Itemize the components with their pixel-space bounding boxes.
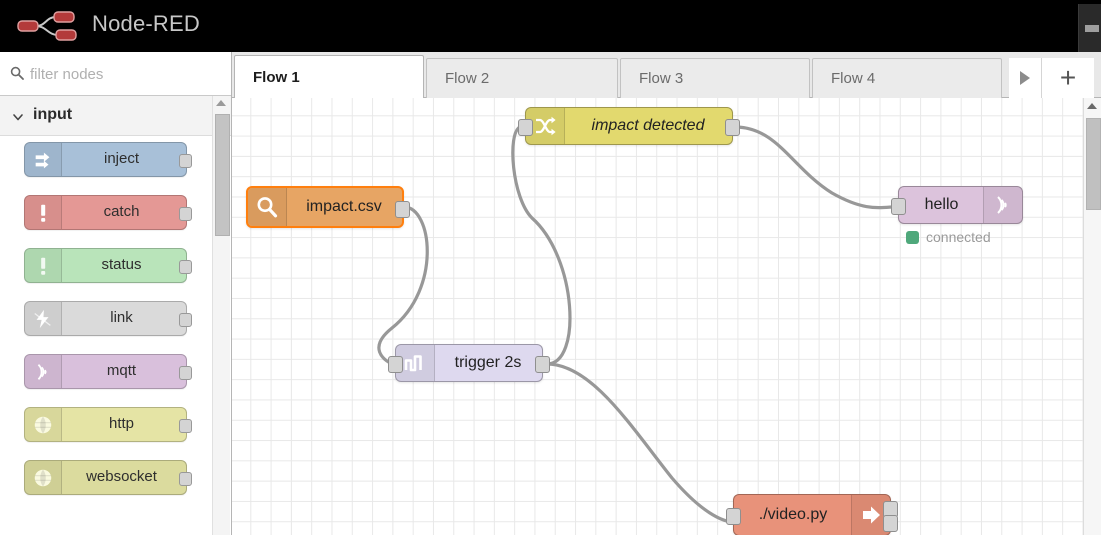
palette-node-output-port[interactable] (179, 313, 192, 327)
flow-node-impact-detected[interactable]: impact detected (518, 107, 740, 145)
palette-search-bar (0, 52, 231, 96)
flow-tab-flow-4[interactable]: Flow 4 (812, 58, 1002, 98)
palette-node-label: link (110, 309, 133, 326)
palette-node-output-port[interactable] (179, 154, 192, 168)
sidebar-toggle-glyph (1085, 25, 1099, 32)
palette-node-inject[interactable]: inject (24, 142, 192, 177)
wire-trigger-to-impact-detected (511, 125, 572, 366)
app-title: Node-RED (92, 11, 200, 36)
flow-node-hello[interactable]: hello (891, 186, 1023, 224)
flow-canvas[interactable]: impact.csv impact detected hello connected t… (232, 98, 1084, 535)
app-header: Node-RED (0, 0, 1101, 52)
palette-node-label: websocket (86, 468, 157, 485)
wire-impact-detected-to-hello (733, 125, 894, 210)
wire-trigger-to-video (545, 362, 734, 524)
canvas-scrollbar[interactable] (1083, 98, 1101, 535)
tab-scroll-right-button[interactable] (1009, 58, 1041, 98)
palette-scrollbar[interactable] (212, 96, 230, 535)
status-dot-icon (906, 230, 919, 244)
flow-node-input-port[interactable] (388, 356, 403, 373)
palette-node-label: catch (103, 203, 140, 220)
wire-impact-csv-to-trigger (377, 205, 429, 366)
flow-node-status: connected (906, 229, 991, 245)
sidebar-toggle-icon[interactable] (1078, 4, 1101, 52)
palette-node-websocket[interactable]: websocket (24, 460, 192, 495)
exclamation-icon (25, 196, 62, 229)
palette-node-mqtt[interactable]: mqtt (24, 354, 192, 389)
flow-node-label: trigger 2s (454, 354, 522, 371)
search-input[interactable] (30, 63, 215, 85)
wire-layer (377, 125, 894, 524)
flow-node-video-py[interactable]: ./video.py (726, 494, 898, 535)
chevron-right-icon (1020, 71, 1030, 85)
globe-icon (25, 408, 62, 441)
link-bolt-icon (25, 302, 62, 335)
flow-tab-flow-3[interactable]: Flow 3 (620, 58, 810, 98)
broadcast-wave-icon (983, 187, 1022, 223)
scroll-up-arrow-icon[interactable] (216, 100, 226, 106)
palette-node-label: http (108, 415, 135, 432)
flow-tab-bar: + Flow 1 Flow 2 Flow 3 Flow 4 (232, 52, 1101, 98)
broadcast-wave-icon (25, 355, 62, 388)
exclamation-icon (25, 249, 62, 282)
node-red-app: Node-RED input inject catch status link (0, 0, 1101, 535)
palette-node-output-port[interactable] (179, 472, 192, 486)
canvas-scrollbar-thumb[interactable] (1086, 118, 1101, 210)
inject-arrow-icon (25, 143, 62, 176)
palette-node-output-port[interactable] (179, 419, 192, 433)
node-red-logo-icon (16, 8, 86, 44)
palette-category-label: input (33, 106, 73, 123)
scroll-up-arrow-icon[interactable] (1087, 103, 1097, 109)
palette-node-status[interactable]: status (24, 248, 192, 283)
palette-sidebar: input inject catch status link mqtt http webso… (0, 52, 232, 535)
palette-node-catch[interactable]: catch (24, 195, 192, 230)
flow-node-input-port[interactable] (726, 508, 741, 525)
palette-node-list: inject catch status link mqtt http websocket (0, 136, 214, 535)
flow-node-output-port[interactable] (535, 356, 550, 373)
palette-node-http[interactable]: http (24, 407, 192, 442)
chevron-down-icon (12, 110, 24, 122)
flow-node-label: hello (924, 196, 959, 213)
palette-category-input[interactable]: input (0, 96, 231, 136)
palette-node-label: inject (103, 150, 140, 167)
palette-node-output-port[interactable] (179, 207, 192, 221)
flow-node-output-port[interactable] (725, 119, 740, 136)
palette-node-output-port[interactable] (179, 260, 192, 274)
globe-icon (25, 461, 62, 494)
flow-node-impact-csv[interactable]: impact.csv (246, 186, 410, 228)
flow-node-label: impact detected (591, 117, 705, 134)
flow-node-output-port[interactable] (395, 201, 410, 218)
palette-scrollbar-thumb[interactable] (215, 114, 230, 236)
flow-node-label: ./video.py (758, 506, 828, 523)
flow-node-label: impact.csv (306, 198, 382, 215)
flow-node-input-port[interactable] (518, 119, 533, 136)
add-flow-button[interactable]: + (1041, 58, 1094, 98)
flow-tab-flow-2[interactable]: Flow 2 (426, 58, 618, 98)
flow-node-output-port[interactable] (883, 515, 898, 532)
magnifier-icon (248, 188, 287, 226)
flow-tab-flow-1[interactable]: Flow 1 (234, 55, 424, 98)
palette-node-label: status (101, 256, 142, 273)
flow-node-input-port[interactable] (891, 198, 906, 215)
palette-node-label: mqtt (106, 362, 137, 379)
flow-node-status-text: connected (926, 229, 991, 245)
palette-node-link[interactable]: link (24, 301, 192, 336)
flow-node-trigger-2s[interactable]: trigger 2s (388, 344, 550, 382)
palette-node-output-port[interactable] (179, 366, 192, 380)
search-icon (10, 66, 24, 80)
